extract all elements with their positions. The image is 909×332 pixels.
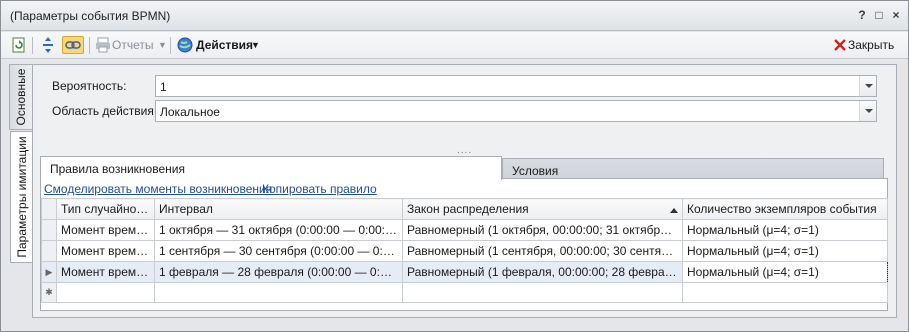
table-header: Тип случайной ... Интервал Закон распред… (41, 198, 888, 220)
current-row-icon[interactable]: ▶ (41, 261, 57, 283)
tab-strip: Правила возникновения Условия (40, 156, 885, 180)
table-cell[interactable]: Момент времени (56, 219, 155, 241)
tab-simulation-params[interactable]: Параметры имитации (10, 131, 33, 263)
new-row[interactable]: ✱ (41, 282, 888, 303)
chevron-down-icon[interactable] (859, 101, 876, 121)
table-cell[interactable] (154, 282, 403, 303)
toolbar-separator (32, 37, 33, 54)
table-cell[interactable]: Равномерный (1 сентября, 00:00:00; 30 се… (402, 240, 683, 262)
column-header[interactable]: Закон распределения (402, 198, 683, 220)
splitter-handle[interactable]: .... (457, 145, 472, 156)
table-cell[interactable]: 1 сентября — 30 сентября (0:00:00 — 0:00… (154, 240, 403, 262)
simulate-link[interactable]: Смоделировать моменты возникновения (44, 182, 272, 196)
table-cell[interactable]: 1 октября — 31 октября (0:00:00 — 0:00:0… (154, 219, 403, 241)
table-row[interactable]: Момент времени 1 сентября — 30 сентября … (41, 240, 888, 262)
table-cell[interactable] (402, 282, 683, 303)
scope-value: Локальное (160, 105, 220, 119)
toolbar-separator (89, 37, 90, 54)
row-indicator[interactable] (41, 219, 57, 241)
printer-icon[interactable] (94, 36, 112, 54)
new-row-icon[interactable]: ✱ (41, 282, 57, 303)
table-row[interactable]: Момент времени 1 октября — 31 октября (0… (41, 219, 888, 241)
table-cell[interactable]: Момент времени (56, 261, 155, 283)
tab-conditions-label: Условия (512, 164, 559, 178)
scope-label: Область действия: (52, 104, 158, 118)
rules-table: Тип случайной ... Интервал Закон распред… (41, 198, 888, 303)
window: (Параметры события BPMN) ? □ × Отчеты ▼ … (0, 0, 909, 332)
probability-label: Вероятность: (52, 79, 127, 93)
vertical-tabs: Основные Параметры имитации (9, 64, 33, 264)
close-icon[interactable] (831, 36, 849, 54)
tab-occurrence-rules[interactable]: Правила возникновения (40, 156, 502, 180)
maximize-button[interactable]: □ (871, 7, 887, 23)
table-cell[interactable]: Равномерный (1 февраля, 00:00:00; 28 фев… (402, 261, 683, 283)
link-icon[interactable] (62, 36, 84, 54)
tab-conditions[interactable]: Условия (502, 158, 884, 179)
probability-combo[interactable]: 1 (155, 75, 877, 97)
table-cell[interactable]: Равномерный (1 октября, 00:00:00; 31 окт… (402, 219, 683, 241)
row-indicator-header (41, 198, 57, 220)
main-panel: Вероятность: 1 Область действия: Локальн… (32, 64, 897, 318)
table-cell[interactable]: Нормальный (μ=4; σ=1) (682, 219, 888, 241)
table-cell[interactable]: Момент времени (56, 240, 155, 262)
close-window-button[interactable]: × (888, 7, 904, 23)
tab-content: Смоделировать моменты возникновения Копи… (40, 178, 888, 311)
title-bar: (Параметры события BPMN) ? □ × (1, 1, 908, 31)
table-cell[interactable]: Нормальный (μ=4; σ=1) (682, 240, 888, 262)
chevron-down-icon: ▼ (158, 40, 167, 50)
globe-icon[interactable] (176, 36, 194, 54)
scope-combo[interactable]: Локальное (155, 100, 877, 122)
actions-button[interactable]: Действия (196, 38, 253, 52)
table-cell[interactable]: 1 февраля — 28 февраля (0:00:00 — 0:00:0… (154, 261, 403, 283)
refresh-icon[interactable] (10, 36, 28, 54)
chevron-down-icon: ▼ (251, 40, 260, 50)
table-cell-focused[interactable]: Нормальный (μ=4; σ=1) (682, 261, 888, 283)
reports-button[interactable]: Отчеты (112, 38, 153, 52)
window-title: (Параметры события BPMN) (10, 9, 171, 23)
tab-occurrence-rules-label: Правила возникновения (50, 162, 185, 176)
help-button[interactable]: ? (854, 7, 870, 23)
tab-main[interactable]: Основные (9, 64, 32, 130)
close-button[interactable]: Закрыть (848, 38, 894, 52)
sort-ascending-icon (670, 208, 678, 213)
tab-simulation-params-label: Параметры имитации (15, 136, 29, 258)
column-header-label: Закон распределения (407, 202, 529, 216)
toolbar-separator (170, 37, 171, 54)
expand-icon[interactable] (39, 36, 57, 54)
column-header[interactable]: Интервал (154, 198, 403, 220)
chevron-down-icon[interactable] (859, 76, 876, 96)
table-cell[interactable] (56, 282, 155, 303)
table-row-selected[interactable]: ▶ Момент времени 1 февраля — 28 февраля … (41, 261, 888, 283)
column-header[interactable]: Количество экземпляров события (682, 198, 888, 220)
table-cell[interactable] (682, 282, 888, 303)
row-indicator[interactable] (41, 240, 57, 262)
probability-value: 1 (160, 80, 167, 94)
copy-rule-link[interactable]: Копировать правило (262, 182, 377, 196)
column-header[interactable]: Тип случайной ... (56, 198, 155, 220)
tab-main-label: Основные (14, 68, 28, 126)
toolbar: Отчеты ▼ Действия ▼ Закрыть (1, 32, 908, 59)
